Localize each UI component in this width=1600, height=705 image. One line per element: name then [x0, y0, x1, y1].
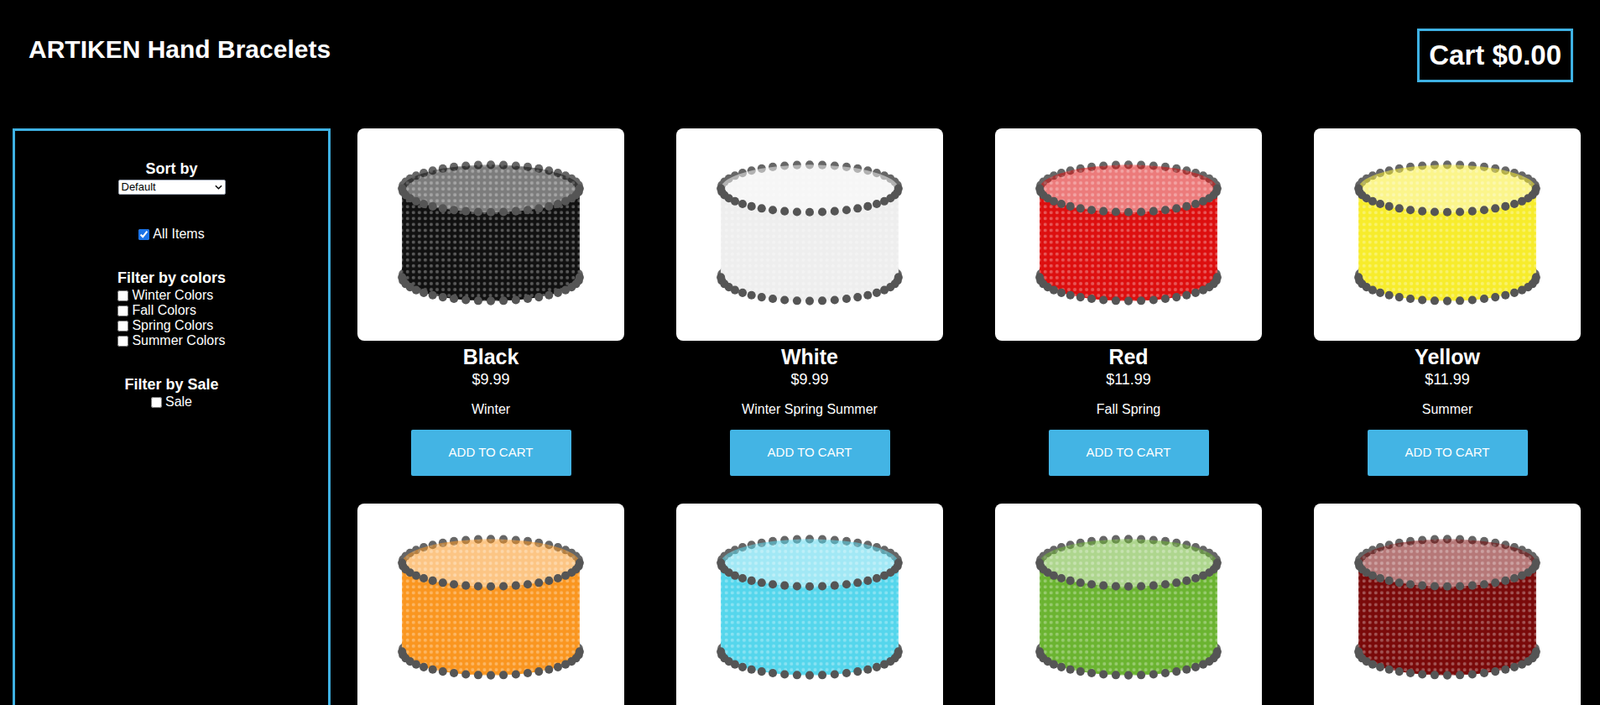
- product-grid: Black$9.99WinterADD TO CARTWhite$9.99Win…: [357, 128, 1581, 705]
- chevron-down-icon: [214, 184, 223, 190]
- product-card: Yellow$11.99 Summer ADD TO CART: [1313, 128, 1581, 477]
- product-image[interactable]: [995, 503, 1262, 705]
- all-items-filter[interactable]: All Items: [138, 226, 204, 242]
- sort-select[interactable]: Default: [118, 179, 226, 195]
- add-to-cart-button[interactable]: ADD TO CART: [411, 429, 572, 476]
- color-filter-option-checkbox[interactable]: [117, 335, 129, 347]
- product-card: White$9.99 Winter Spring Summer ADD TO CAR…: [676, 128, 944, 477]
- product-seasons: Fall Spring: [1096, 401, 1161, 418]
- product-card: [995, 503, 1262, 705]
- color-filter-title: Filter by colors: [117, 268, 226, 287]
- all-items-filter-checkbox[interactable]: [138, 229, 150, 240]
- product-image[interactable]: [357, 128, 625, 341]
- product-image[interactable]: [676, 503, 944, 705]
- site-title: ARTIKEN Hand Bracelets: [28, 30, 331, 68]
- product-image[interactable]: [357, 503, 625, 705]
- product-card: [1313, 503, 1581, 705]
- bracelet-icon: [1018, 150, 1239, 320]
- color-filter-option-checkbox[interactable]: [117, 320, 129, 332]
- product-card: Black$9.99 Winter ADD TO CART: [357, 128, 625, 477]
- add-to-cart-button[interactable]: ADD TO CART: [1367, 429, 1528, 476]
- sale-filter-option[interactable]: Sale: [151, 394, 193, 410]
- content: Sort byDefaultAll ItemsFilter by colorsW…: [0, 128, 1600, 705]
- product-name: Red: [1108, 343, 1148, 370]
- product-card: [357, 503, 625, 705]
- bracelet-icon: [380, 150, 601, 320]
- product-seasons: Winter: [471, 401, 511, 418]
- sidebar: Sort byDefault All Items Filter by colorsW…: [12, 128, 331, 705]
- color-filter-option[interactable]: Spring Colors: [117, 317, 214, 334]
- sale-filter-list: Sale: [151, 394, 193, 410]
- product-image[interactable]: [1313, 503, 1581, 705]
- bracelet-icon: [380, 524, 601, 694]
- color-filter-option[interactable]: Summer Colors: [117, 333, 225, 349]
- product-price: $9.99: [790, 369, 829, 390]
- add-to-cart-button[interactable]: ADD TO CART: [1048, 429, 1210, 476]
- product-price: $11.99: [1424, 369, 1470, 390]
- product-image[interactable]: [676, 128, 944, 341]
- product-price: $9.99: [471, 369, 510, 390]
- product-name: Yellow: [1414, 343, 1481, 370]
- header: ARTIKEN Hand Bracelets Cart $0.00: [0, 0, 1600, 129]
- color-filter-option[interactable]: Fall Colors: [117, 302, 196, 318]
- add-to-cart-button[interactable]: ADD TO CART: [729, 429, 891, 476]
- bracelet-icon: [1337, 524, 1558, 694]
- cart-button[interactable]: Cart $0.00: [1417, 28, 1574, 83]
- product-seasons: Summer: [1422, 401, 1473, 418]
- product-price: $11.99: [1105, 369, 1152, 390]
- bracelet-icon: [699, 524, 920, 694]
- color-filter-option-checkbox[interactable]: [117, 305, 129, 317]
- product-image[interactable]: [1313, 128, 1581, 341]
- color-filter-option[interactable]: Winter Colors: [117, 287, 214, 303]
- color-filter-list: Winter ColorsFall ColorsSpring ColorsSum…: [117, 287, 225, 349]
- bracelet-icon: [699, 150, 920, 320]
- sale-filter-title: Filter by Sale: [124, 375, 219, 394]
- sale-filter-option-checkbox[interactable]: [151, 396, 162, 408]
- sort-label: Sort by: [145, 159, 198, 178]
- product-image[interactable]: [995, 128, 1262, 341]
- color-filter-option-checkbox[interactable]: [117, 290, 129, 302]
- product-seasons: Winter Spring Summer: [741, 401, 878, 418]
- bracelet-icon: [1337, 150, 1558, 320]
- product-name: Black: [463, 343, 520, 370]
- product-name: White: [781, 343, 839, 370]
- product-card: Red$11.99 Fall Spring ADD TO CART: [995, 128, 1262, 477]
- page: ARTIKEN Hand Bracelets Cart $0.00 Sort byD…: [0, 0, 1600, 705]
- bracelet-icon: [1018, 524, 1239, 694]
- product-card: [676, 503, 944, 705]
